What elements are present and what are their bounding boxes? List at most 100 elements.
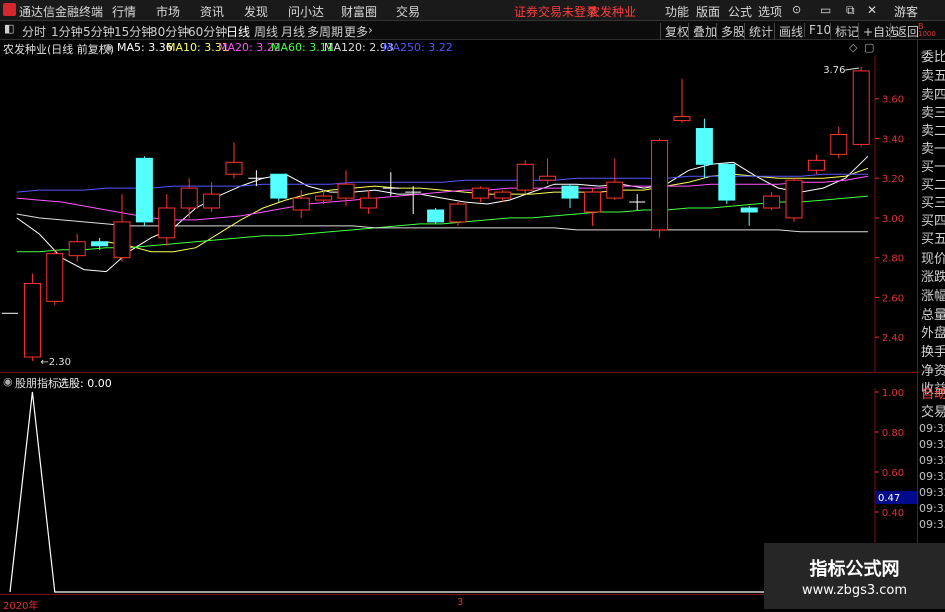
panel-label-5: 卖一	[921, 142, 945, 157]
candle-body-20	[449, 203, 467, 223]
sub-y-label-1: 0.80	[882, 428, 904, 439]
candle-body-36	[807, 159, 825, 171]
candle-body-12	[270, 173, 288, 199]
panel-label-7: 买二	[921, 178, 945, 193]
period-15min[interactable]: 15分钟	[114, 23, 153, 40]
menu-gongshi[interactable]: 公式	[728, 3, 752, 20]
watermark-banner: 指标公式网 www.zbgs3.com	[764, 543, 945, 609]
settings-dot-icon[interactable]: ◉	[104, 41, 114, 54]
panel-time-2: 09:32	[919, 454, 945, 467]
candle-body-29	[651, 139, 669, 231]
candle-body-32	[718, 163, 736, 201]
ma5-label: MA5: 3.36	[117, 41, 173, 54]
candle-body-5	[113, 221, 131, 259]
panel-toggle-icon[interactable]: ◧	[4, 22, 14, 35]
trade-login-warning[interactable]: 证券交易未登录	[514, 3, 598, 20]
menu-jiaoyi[interactable]: 交易	[396, 3, 420, 20]
candle-body-1	[23, 282, 41, 358]
panel-time-4: 09:32	[919, 486, 945, 499]
quote-side-panel: B 1000 委比 卖五 卖四 卖三 卖二 卖一 买一 买二 买三 买四 买五 现价 涨跌 涨幅 总量 外盘换…	[917, 22, 945, 609]
chevron-right-icon[interactable]: ›	[368, 23, 373, 37]
y-tick-label-1: 3.40	[882, 134, 904, 145]
panel-time-3: 09:32	[919, 470, 945, 483]
candle-body-2	[46, 253, 64, 302]
candle-body-37	[830, 133, 848, 155]
panel-auto-label[interactable]: 自动	[921, 383, 945, 402]
multi-stock-button[interactable]: 多股	[716, 23, 745, 40]
panel-label-8: 买三	[921, 196, 945, 211]
back-button[interactable]: 返回	[890, 23, 919, 40]
sub-y-label-0: 1.00	[882, 388, 904, 399]
indicator-line-xuangu	[9, 391, 862, 593]
y-tick-label-3: 3.00	[882, 214, 904, 225]
candle-body-38	[852, 70, 870, 145]
panel-label-13: 涨幅	[921, 289, 945, 304]
window-toggle-icon[interactable]: ▢	[864, 41, 874, 54]
sub-y-label-2: 0.60	[882, 468, 904, 479]
candle-body-34	[763, 195, 781, 209]
panel-label-14: 总量	[921, 308, 945, 323]
period-daily[interactable]: 日线	[226, 23, 250, 40]
watermark-title: 指标公式网	[809, 559, 900, 580]
restore-icon[interactable]: ⧉	[846, 3, 855, 18]
overlay-button[interactable]: 叠加	[688, 23, 717, 40]
y-tick-label-5: 2.60	[882, 293, 904, 304]
menu-shichang[interactable]: 市场	[156, 3, 180, 20]
mark-button[interactable]: 标记	[830, 23, 859, 40]
help-icon[interactable]: ⊙	[792, 3, 801, 16]
sub-y-label-3: 0.40	[882, 508, 904, 519]
period-weekly[interactable]: 周线	[254, 23, 278, 40]
high-pointer	[845, 67, 860, 71]
stats-button[interactable]: 统计	[744, 23, 773, 40]
user-label[interactable]: 游客	[894, 3, 918, 20]
period-more[interactable]: 更多	[344, 23, 368, 40]
title-bar: 通达信金融终端 行情 市场 资讯 发现 问小达 财富圈 交易 证券交易未登录 农…	[0, 0, 945, 21]
menu-hangqing[interactable]: 行情	[112, 3, 136, 20]
panel-time-6: 09:33	[919, 518, 945, 531]
period-60min[interactable]: 60分钟	[188, 23, 227, 40]
minimize-icon[interactable]: ▭	[820, 3, 831, 17]
menu-zixun[interactable]: 资讯	[200, 3, 224, 20]
menu-xuanxiang[interactable]: 选项	[758, 3, 782, 20]
fuquan-button[interactable]: 复权	[660, 23, 689, 40]
panel-trade-label[interactable]: 交易	[921, 401, 945, 420]
close-icon[interactable]: ✕	[867, 3, 877, 17]
candle-body-22	[494, 191, 512, 199]
menu-gongneng[interactable]: 功能	[665, 3, 689, 20]
draw-line-button[interactable]: 画线	[774, 23, 803, 40]
candle-body-9	[203, 193, 221, 209]
panel-label-4: 卖二	[921, 124, 945, 139]
candle-body-26	[583, 191, 601, 213]
candle-body-25	[561, 185, 579, 199]
candlestick-chart[interactable]: 3.60 3.40 3.20 3.00 2.80 2.60 2.40 3.76 ←2.30	[0, 55, 917, 373]
panel-time-1: 09:32	[919, 438, 945, 451]
current-stock-name: 农发种业	[588, 5, 637, 19]
candle-body-30	[673, 116, 691, 122]
menu-caifuquan[interactable]: 财富圈	[341, 3, 377, 20]
candle-body-24	[539, 175, 557, 181]
period-multi[interactable]: 多周期	[307, 23, 343, 40]
high-price-label: 3.76	[823, 65, 845, 76]
sub-settings-icon[interactable]: ◉	[3, 375, 13, 388]
candle-body-16	[359, 197, 377, 209]
f10-button[interactable]: F10	[804, 23, 831, 37]
period-30min[interactable]: 30分钟	[150, 23, 189, 40]
period-5min[interactable]: 5分钟	[83, 23, 115, 40]
period-fenshi[interactable]: 分时	[22, 23, 46, 40]
current-value-label: 0.47	[878, 493, 900, 504]
period-toolbar: ◧ 分时 1分钟 5分钟 15分钟 30分钟 60分钟 日线 周线 月线 多周期…	[0, 21, 945, 40]
candle-body-31	[695, 128, 713, 165]
period-1min[interactable]: 1分钟	[51, 23, 83, 40]
panel-label-15: 外盘	[921, 326, 945, 341]
period-monthly[interactable]: 月线	[281, 23, 305, 40]
diamond-icon[interactable]: ◇	[849, 41, 857, 54]
candle-body-15	[337, 183, 355, 199]
panel-label-16: 换手	[921, 345, 945, 360]
candle-body-35	[785, 179, 803, 219]
menu-faxian[interactable]: 发现	[244, 3, 268, 20]
menu-wenxiaoda[interactable]: 问小达	[288, 3, 324, 20]
panel-label-11: 现价	[921, 252, 945, 267]
menu-banmian[interactable]: 版面	[696, 3, 720, 20]
panel-label-6: 买一	[921, 160, 945, 175]
panel-label-9: 买四	[921, 214, 945, 229]
